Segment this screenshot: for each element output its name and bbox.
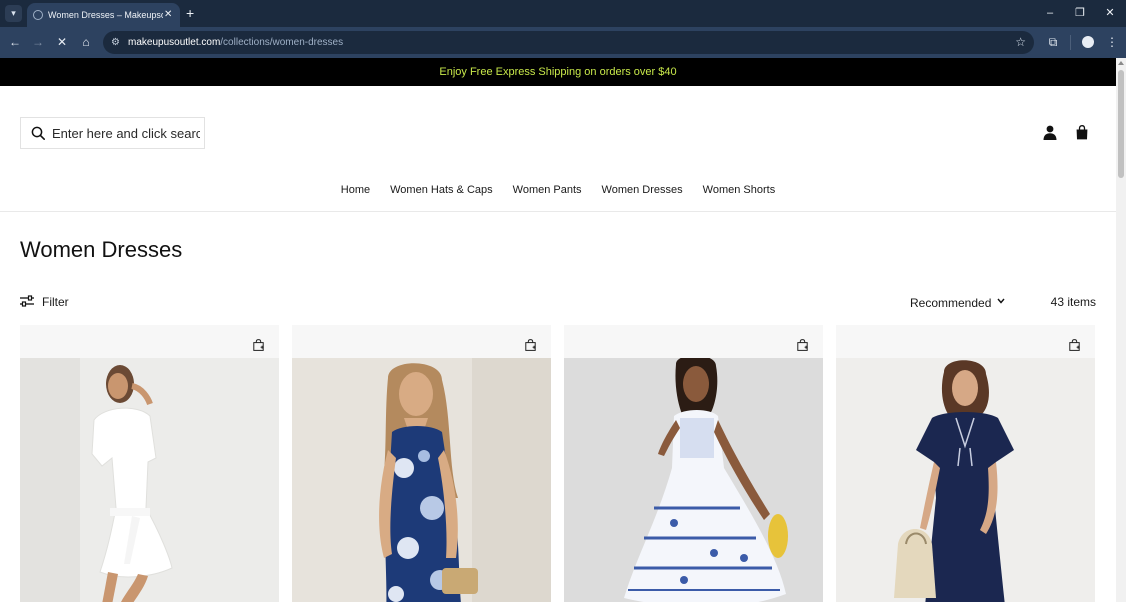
search-icon[interactable] <box>31 126 45 140</box>
new-tab-icon[interactable]: + <box>186 5 194 21</box>
nav-women-shorts[interactable]: Women Shorts <box>703 182 776 198</box>
address-bar[interactable]: ⚙ makeupusoutlet.com/collections/women-d… <box>103 31 1034 54</box>
nav-women-dresses[interactable]: Women Dresses <box>602 182 683 198</box>
profile-icon[interactable] <box>1082 36 1094 48</box>
home-icon[interactable]: ⌂ <box>79 34 93 50</box>
chevron-down-icon <box>997 298 1005 304</box>
browser-menu-icon[interactable]: ⋮ <box>1104 34 1120 50</box>
cart-icon[interactable] <box>1076 125 1088 140</box>
product-image-blue-white-print-dress[interactable] <box>564 358 823 602</box>
add-to-cart-icon[interactable] <box>797 339 808 351</box>
header-divider <box>0 211 1116 212</box>
main-navigation: Home Women Hats & Caps Women Pants Women… <box>0 182 1116 198</box>
forward-icon[interactable]: → <box>31 34 45 50</box>
browser-toolbar: ← → ✕ ⌂ ⚙ makeupusoutlet.com/collections… <box>0 27 1126 58</box>
scrollbar-thumb[interactable] <box>1118 70 1124 178</box>
nav-women-hats-caps[interactable]: Women Hats & Caps <box>390 182 493 198</box>
favicon-icon <box>33 10 43 20</box>
product-card[interactable] <box>564 325 823 602</box>
nav-home[interactable]: Home <box>341 182 370 198</box>
scroll-up-arrow-icon[interactable] <box>1118 61 1124 65</box>
announcement-text: Enjoy Free Express Shipping on orders ov… <box>439 66 677 78</box>
search-input[interactable] <box>52 125 200 142</box>
url-text[interactable]: makeupusoutlet.com/collections/women-dre… <box>128 35 343 50</box>
page-scrollbar[interactable] <box>1116 58 1126 602</box>
toolbar-divider <box>1070 35 1071 50</box>
account-icon[interactable] <box>1043 125 1057 140</box>
announcement-bar: Enjoy Free Express Shipping on orders ov… <box>0 58 1116 86</box>
extensions-icon[interactable]: ⧉ <box>1045 34 1061 50</box>
site-info-icon[interactable]: ⚙ <box>111 36 120 49</box>
add-to-cart-icon[interactable] <box>1069 339 1080 351</box>
search-box[interactable] <box>20 117 205 149</box>
tab-title: Women Dresses – Makeupsoutlet <box>48 10 163 20</box>
close-window-icon[interactable]: ✕ <box>1103 5 1117 21</box>
product-card[interactable] <box>20 325 279 602</box>
tab-close-icon[interactable]: ✕ <box>164 8 172 22</box>
nav-women-pants[interactable]: Women Pants <box>513 182 582 198</box>
sort-dropdown[interactable]: Recommended <box>910 294 1005 310</box>
browser-tab[interactable]: Women Dresses – Makeupsoutlet ✕ <box>27 3 180 27</box>
restore-icon[interactable]: ❐ <box>1073 5 1087 21</box>
add-to-cart-icon[interactable] <box>253 339 264 351</box>
tab-search-icon[interactable]: ▾ <box>5 5 22 22</box>
product-card[interactable] <box>292 325 551 602</box>
product-image-navy-maxi-dress[interactable] <box>836 358 1095 602</box>
page-title: Women Dresses <box>20 237 183 262</box>
stop-loading-icon[interactable]: ✕ <box>55 34 69 50</box>
minimize-icon[interactable]: – <box>1043 5 1057 21</box>
product-card[interactable] <box>836 325 1095 602</box>
back-icon[interactable]: ← <box>8 34 22 50</box>
bookmark-star-icon[interactable]: ☆ <box>1015 35 1026 50</box>
filter-label: Filter <box>42 295 69 309</box>
sort-label: Recommended <box>910 296 992 310</box>
product-image-white-dress[interactable] <box>20 358 279 602</box>
product-image-navy-floral-dress[interactable] <box>292 358 551 602</box>
page: Enjoy Free Express Shipping on orders ov… <box>0 58 1116 602</box>
filter-sliders-icon <box>20 295 34 307</box>
item-count: 43 items <box>1050 295 1096 309</box>
browser-tab-bar: ▾ Women Dresses – Makeupsoutlet ✕ + – ❐ … <box>0 0 1126 27</box>
add-to-cart-icon[interactable] <box>525 339 536 351</box>
